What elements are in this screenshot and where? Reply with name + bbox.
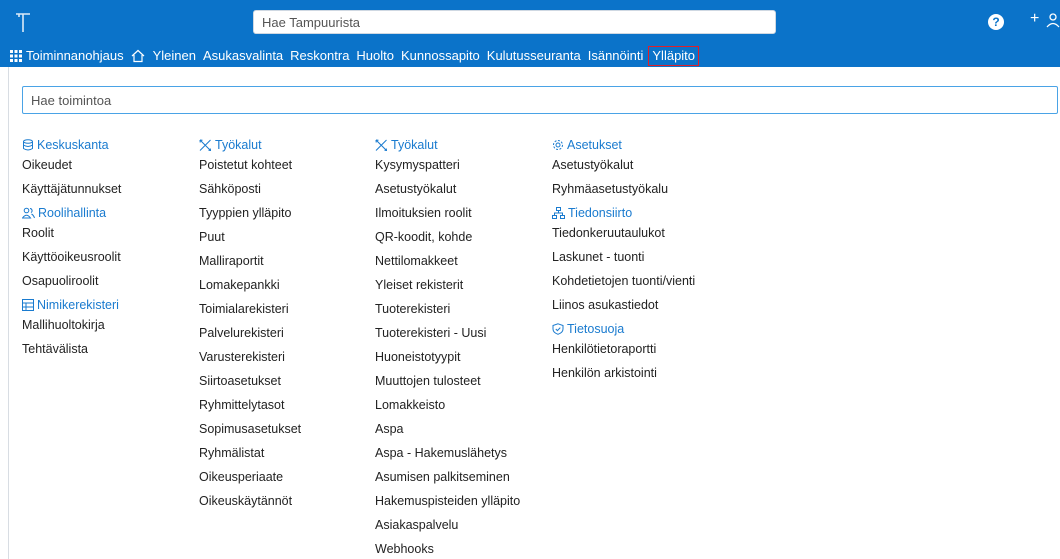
section-title: Nimikerekisteri	[37, 298, 119, 312]
menu-item[interactable]: Aspa	[375, 417, 520, 441]
nav-huolto[interactable]: Huolto	[356, 47, 394, 65]
register-icon	[22, 299, 34, 311]
tampuuri-logo-icon[interactable]	[14, 10, 32, 34]
gear-icon	[553, 140, 563, 150]
menu-item[interactable]: Malliraportit	[199, 249, 301, 273]
section-title: Roolihallinta	[38, 206, 107, 220]
section-tietosuoja: Tietosuoja	[552, 321, 695, 337]
home-icon[interactable]	[131, 49, 145, 63]
nav-kunnossapito[interactable]: Kunnossapito	[401, 47, 480, 65]
main-nav: Toiminnanohjaus Yleinen Asukasvalinta Re…	[10, 46, 706, 66]
section-title: Keskuskanta	[37, 138, 109, 152]
menu-item[interactable]: Varusterekisteri	[199, 345, 301, 369]
nav-yllapito[interactable]: Ylläpito	[648, 46, 700, 66]
menu-item[interactable]: Asetustyökalut	[375, 177, 520, 201]
section-title: Tietosuoja	[567, 322, 625, 336]
menu-item[interactable]: Lomakkeisto	[375, 393, 520, 417]
menu-item[interactable]: Muuttojen tulosteet	[375, 369, 520, 393]
menu-item[interactable]: Puut	[199, 225, 301, 249]
menu-item[interactable]: Siirtoasetukset	[199, 369, 301, 393]
menu-item[interactable]: Mallihuoltokirja	[22, 313, 121, 337]
menu-item[interactable]: Ryhmälistat	[199, 441, 301, 465]
section-title: Asetukset	[567, 138, 622, 152]
menu-item[interactable]: Kohdetietojen tuonti/vienti	[552, 269, 695, 293]
menu-item[interactable]: Roolit	[22, 221, 121, 245]
help-icon[interactable]: ?	[988, 14, 1004, 30]
nav-reskontra[interactable]: Reskontra	[290, 47, 349, 65]
top-bar: Hae Tampuurista ? + Toiminnanohjaus Ylei…	[0, 0, 1060, 67]
section-tyokalut: Työkalut	[199, 137, 301, 153]
menu-item[interactable]: Asiakaspalvelu	[375, 513, 520, 537]
section-title: Työkalut	[215, 138, 262, 152]
menu-item[interactable]: Laskunet - tuonti	[552, 245, 695, 269]
menu-item[interactable]: Käyttöoikeusroolit	[22, 245, 121, 269]
menu-item[interactable]: Asetustyökalut	[552, 153, 695, 177]
menu-item[interactable]: Tehtävälista	[22, 337, 121, 361]
nav-label: Toiminnanohjaus	[26, 48, 124, 63]
grid-icon	[10, 50, 22, 62]
section-tiedonsiirto: Tiedonsiirto	[552, 205, 695, 221]
menu-item[interactable]: Oikeusperiaate	[199, 465, 301, 489]
menu-item[interactable]: Nettilomakkeet	[375, 249, 520, 273]
menu-item[interactable]: Liinos asukastiedot	[552, 293, 695, 317]
nav-toiminnanohjaus[interactable]: Toiminnanohjaus	[10, 47, 124, 65]
nav-isannointi[interactable]: Isännöinti	[588, 47, 644, 65]
section-title: Työkalut	[391, 138, 438, 152]
menu-item[interactable]: Tuoterekisteri - Uusi	[375, 321, 520, 345]
menu-item[interactable]: Tyyppien ylläpito	[199, 201, 301, 225]
menu-item[interactable]: Huoneistotyypit	[375, 345, 520, 369]
menu-item[interactable]: Sopimusasetukset	[199, 417, 301, 441]
menu-item[interactable]: Aspa - Hakemuslähetys	[375, 441, 520, 465]
menu-item[interactable]: Hakemuspisteiden ylläpito	[375, 489, 520, 513]
left-divider	[8, 67, 9, 559]
users-icon	[22, 207, 35, 219]
menu-item[interactable]: Käyttäjätunnukset	[22, 177, 121, 201]
section-roolihallinta: Roolihallinta	[22, 205, 121, 221]
nav-asukasvalinta[interactable]: Asukasvalinta	[203, 47, 283, 65]
menu-item[interactable]: Palvelurekisteri	[199, 321, 301, 345]
menu-item[interactable]: Tiedonkeruutaulukot	[552, 221, 695, 245]
tools-icon	[199, 139, 212, 151]
menu-item[interactable]: QR-koodit, kohde	[375, 225, 520, 249]
menu-item[interactable]: Kysymyspatteri	[375, 153, 520, 177]
menu-item[interactable]: Sähköposti	[199, 177, 301, 201]
menu-item[interactable]: Tuoterekisteri	[375, 297, 520, 321]
database-icon	[23, 139, 33, 151]
shield-icon	[552, 323, 564, 335]
global-search-input[interactable]: Hae Tampuurista	[253, 10, 776, 34]
menu-item[interactable]: Lomakepankki	[199, 273, 301, 297]
menu-column-3: Työkalut Kysymyspatteri Asetustyökalut I…	[375, 137, 520, 559]
nav-kulutusseuranta[interactable]: Kulutusseuranta	[487, 47, 581, 65]
menu-item[interactable]: Henkilötietoraportti	[552, 337, 695, 361]
section-title: Tiedonsiirto	[568, 206, 633, 220]
menu-item[interactable]: Asumisen palkitseminen	[375, 465, 520, 489]
section-asetukset: Asetukset	[552, 137, 695, 153]
menu-column-1: Keskuskanta Oikeudet Käyttäjätunnukset R…	[22, 137, 121, 361]
menu-column-4: Asetukset Asetustyökalut Ryhmäasetustyök…	[552, 137, 695, 385]
menu-item[interactable]: Oikeuskäytännöt	[199, 489, 301, 513]
menu-item[interactable]: Ryhmäasetustyökalu	[552, 177, 695, 201]
section-nimikerekisteri: Nimikerekisteri	[22, 297, 121, 313]
menu-item[interactable]: Henkilön arkistointi	[552, 361, 695, 385]
menu-item[interactable]: Osapuoliroolit	[22, 269, 121, 293]
menu-item[interactable]: Ilmoituksien roolit	[375, 201, 520, 225]
menu-item[interactable]: Oikeudet	[22, 153, 121, 177]
menu-item[interactable]: Ryhmittelytasot	[199, 393, 301, 417]
section-keskuskanta: Keskuskanta	[22, 137, 121, 153]
nav-yleinen[interactable]: Yleinen	[153, 47, 196, 65]
tools-icon	[375, 139, 388, 151]
function-search-input[interactable]: Hae toimintoa	[22, 86, 1058, 114]
menu-item[interactable]: Yleiset rekisterit	[375, 273, 520, 297]
network-icon	[552, 207, 565, 219]
menu-item[interactable]: Toimialarekisteri	[199, 297, 301, 321]
section-tyokalut-2: Työkalut	[375, 137, 520, 153]
menu-item[interactable]: Webhooks	[375, 537, 520, 559]
menu-column-2: Työkalut Poistetut kohteet Sähköposti Ty…	[199, 137, 301, 513]
menu-item[interactable]: Poistetut kohteet	[199, 153, 301, 177]
user-icon[interactable]	[1046, 12, 1060, 28]
add-icon[interactable]: +	[1030, 9, 1039, 29]
